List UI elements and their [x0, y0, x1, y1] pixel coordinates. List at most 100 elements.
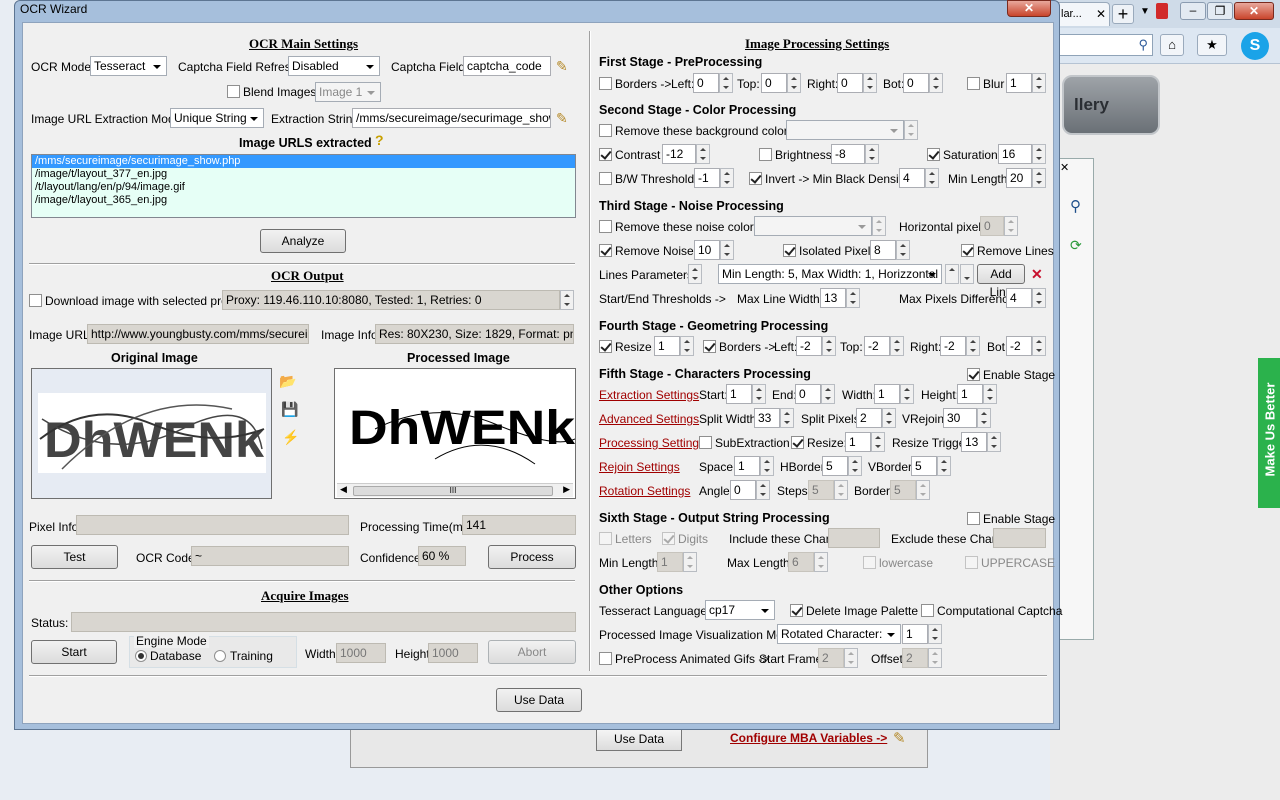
abort-button[interactable]: Abort — [488, 640, 576, 664]
window-close-button[interactable]: ✕ — [1007, 0, 1051, 17]
background-use-data-button[interactable]: Use Data — [596, 727, 682, 751]
captcha-field-input[interactable]: captcha_code — [463, 56, 551, 76]
processing-settings-link[interactable]: Processing Settings — [599, 436, 705, 450]
use-data-button[interactable]: Use Data — [496, 688, 582, 712]
geo-top-stepper[interactable]: -2 — [864, 336, 904, 356]
noise-colors-select[interactable] — [754, 216, 872, 236]
digits-checkbox[interactable] — [662, 532, 675, 545]
scroll-left-icon[interactable]: ◀ — [340, 484, 347, 495]
rotation-settings-link[interactable]: Rotation Settings — [599, 484, 690, 498]
min-black-stepper[interactable]: 4 — [899, 168, 939, 188]
lowercase-checkbox[interactable] — [863, 556, 876, 569]
delete-line-icon[interactable]: ✕ — [1031, 266, 1043, 282]
char-resize-stepper[interactable]: 1 — [845, 432, 885, 452]
remove-noise-stepper[interactable]: 10 — [694, 240, 734, 260]
space-stepper[interactable]: 1 — [734, 456, 774, 476]
angle-stepper[interactable]: 0 — [730, 480, 770, 500]
brightness-stepper[interactable]: -8 — [831, 144, 879, 164]
offset-stepper[interactable]: 2 — [902, 648, 942, 668]
resize-checkbox[interactable] — [599, 340, 612, 353]
close-tab-icon[interactable]: ✕ — [1096, 7, 1106, 21]
process-button[interactable]: Process — [488, 545, 576, 569]
exclude-chars-field[interactable] — [993, 528, 1046, 548]
char-width-stepper[interactable]: 1 — [874, 384, 914, 404]
start-stepper[interactable]: 1 — [726, 384, 766, 404]
steps-stepper[interactable]: 5 — [808, 480, 848, 500]
rot-border-stepper[interactable]: 5 — [890, 480, 930, 500]
min-length-stepper[interactable]: 20 — [1006, 168, 1046, 188]
training-radio[interactable] — [214, 650, 226, 662]
home-icon[interactable]: ⌂ — [1160, 34, 1184, 56]
contrast-stepper[interactable]: -12 — [662, 144, 710, 164]
height-field[interactable]: 1000 — [428, 643, 478, 663]
blur-checkbox[interactable] — [967, 77, 980, 90]
extraction-string-input[interactable]: /mms/secureimage/securimage_show.php — [352, 108, 551, 128]
top-stepper[interactable]: 0 — [761, 73, 801, 93]
save-icon[interactable]: 💾 — [281, 401, 298, 417]
isolated-pixels-checkbox[interactable] — [783, 244, 796, 257]
enable-stage6-checkbox[interactable] — [967, 512, 980, 525]
geo-right-stepper[interactable]: -2 — [940, 336, 980, 356]
analyze-button[interactable]: Analyze — [260, 229, 346, 253]
visualization-stepper[interactable]: 1 — [902, 624, 942, 644]
saturation-stepper[interactable]: 16 — [998, 144, 1046, 164]
scroll-thumb[interactable]: III — [353, 486, 553, 496]
start-button[interactable]: Start — [31, 640, 117, 664]
scroll-right-icon[interactable]: ▶ — [563, 484, 570, 495]
borders-checkbox[interactable] — [599, 77, 612, 90]
database-radio[interactable] — [135, 650, 147, 662]
visualization-mode-select[interactable]: Rotated Character: — [777, 624, 901, 644]
bookmarks-icon[interactable]: ★ — [1197, 34, 1227, 56]
split-pixels-stepper[interactable]: 2 — [856, 408, 896, 428]
extraction-settings-link[interactable]: Extraction Settings — [599, 388, 699, 402]
browser-tab[interactable]: lar... ✕ — [1056, 2, 1110, 26]
wand-icon[interactable]: ✎ — [556, 58, 568, 74]
bg-colors-stepper[interactable] — [904, 120, 918, 140]
rejoin-settings-link[interactable]: Rejoin Settings — [599, 460, 680, 474]
remove-lines-checkbox[interactable] — [961, 244, 974, 257]
resize-stepper[interactable]: 1 — [654, 336, 694, 356]
new-tab-icon[interactable]: + — [1112, 4, 1134, 24]
lines-order-down[interactable] — [960, 264, 974, 284]
bw-threshold-checkbox[interactable] — [599, 172, 612, 185]
hborder-stepper[interactable]: 5 — [822, 456, 862, 476]
minimize-icon[interactable]: – — [1180, 2, 1206, 20]
brightness-checkbox[interactable] — [759, 148, 772, 161]
noise-colors-stepper[interactable] — [872, 216, 886, 236]
uppercase-checkbox[interactable] — [965, 556, 978, 569]
invert-checkbox[interactable] — [749, 172, 762, 185]
subwindow-search-icon[interactable]: ⚲ — [1070, 197, 1081, 215]
contrast-checkbox[interactable] — [599, 148, 612, 161]
geo-bot-stepper[interactable]: -2 — [1006, 336, 1046, 356]
tab-list-icon[interactable]: ▼ — [1140, 6, 1150, 17]
min-length6-stepper[interactable]: 1 — [657, 552, 697, 572]
remove-noise-checkbox[interactable] — [599, 244, 612, 257]
max-length-stepper[interactable]: 6 — [788, 552, 828, 572]
width-field[interactable]: 1000 — [336, 643, 386, 663]
refresh-icon[interactable]: ⟳ — [1070, 237, 1082, 254]
right-stepper[interactable]: 0 — [837, 73, 877, 93]
max-pixels-diff-stepper[interactable]: 4 — [1006, 288, 1046, 308]
left-stepper[interactable]: 0 — [693, 73, 733, 93]
geo-borders-checkbox[interactable] — [703, 340, 716, 353]
proxy-stepper[interactable] — [560, 290, 574, 310]
addon-icon[interactable] — [1156, 3, 1168, 19]
bw-threshold-stepper[interactable]: -1 — [694, 168, 734, 188]
lines-parameters-stepper[interactable] — [688, 264, 702, 284]
browser-close-icon[interactable]: ✕ — [1234, 2, 1274, 20]
skype-icon[interactable]: S — [1241, 32, 1269, 60]
animated-gifs-checkbox[interactable] — [599, 652, 612, 665]
bot-stepper[interactable]: 0 — [903, 73, 943, 93]
address-bar[interactable]: ⚲ — [1055, 34, 1153, 56]
bg-colors-select[interactable] — [786, 120, 904, 140]
maximize-icon[interactable]: ❐ — [1207, 2, 1233, 20]
char-height-stepper[interactable]: 1 — [957, 384, 997, 404]
enable-stage5-checkbox[interactable] — [967, 368, 980, 381]
subwindow-close-icon[interactable]: ✕ — [1060, 161, 1069, 174]
list-item[interactable]: /mms/secureimage/securimage_show.php — [32, 155, 575, 168]
list-item[interactable]: /t/layout/lang/en/p/94/image.gif — [32, 181, 575, 194]
remove-noise-colors-checkbox[interactable] — [599, 220, 612, 233]
vborder-stepper[interactable]: 5 — [911, 456, 951, 476]
blend-image-select[interactable]: Image 1 — [315, 82, 381, 102]
delete-palette-checkbox[interactable] — [790, 604, 803, 617]
